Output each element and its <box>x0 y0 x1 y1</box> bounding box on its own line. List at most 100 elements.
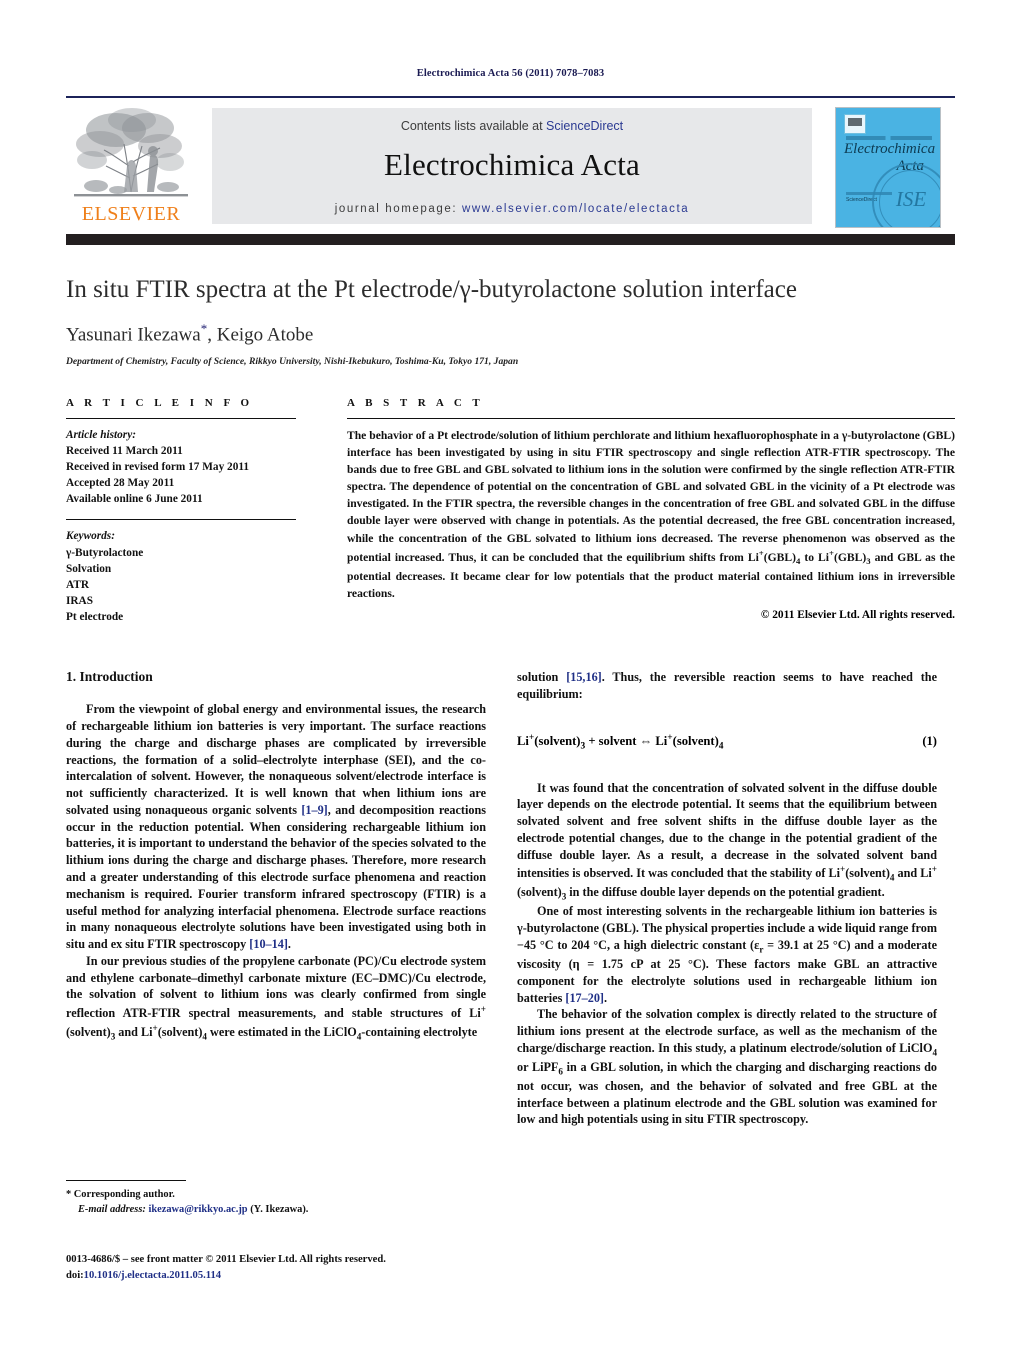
body-column-right: solution [15,16]. Thus, the reversible r… <box>517 669 937 1128</box>
footnote-rule <box>66 1180 186 1181</box>
citation-1-9[interactable]: [1–9] <box>301 803 327 817</box>
paragraph-right-3-b: or LiPF <box>517 1059 559 1074</box>
paragraph-right-1-c: and Li <box>894 866 932 881</box>
abstract-rule <box>347 418 955 420</box>
journal-cover-thumbnail[interactable]: Electrochimica Acta ScienceDirect ISE <box>835 107 941 228</box>
masthead-bottom-bar <box>66 234 955 245</box>
equation-1-row: Li+(solvent)3 + solvent ⇔ Li+(solvent)4 … <box>517 733 937 752</box>
equation-1-body: Li+(solvent)3 + solvent ⇔ Li+(solvent)4 <box>517 733 724 752</box>
author-secondary: , Keigo Atobe <box>207 324 314 346</box>
email-address-suffix: (Y. Ikezawa). <box>247 1203 309 1215</box>
paragraph-left-2-sup-1: + <box>480 1004 486 1015</box>
footnote-block: * Corresponding author. E-mail address: … <box>66 1180 486 1217</box>
body-column-left: 1. Introduction From the viewpoint of gl… <box>66 669 486 1043</box>
equation-1-number: (1) <box>922 734 937 749</box>
keywords-label: Keywords: <box>66 530 115 543</box>
page-footer: 0013-4686/$ – see front matter © 2011 El… <box>66 1252 626 1284</box>
abstract-copyright: © 2011 Elsevier Ltd. All rights reserved… <box>760 608 955 621</box>
citation-15-16[interactable]: [15,16] <box>566 670 602 684</box>
author-primary: Yasunari Ikezawa <box>66 324 201 346</box>
abstract-part-2: (GBL) <box>763 550 796 564</box>
paragraph-left-2-e: were estimated in the LiClO <box>206 1025 357 1039</box>
paragraph-right-1: It was found that the concentration of s… <box>517 780 937 904</box>
citation-10-14[interactable]: [10–14] <box>249 937 288 951</box>
abstract-column: A B S T R A C T The behavior of a Pt ele… <box>347 397 955 621</box>
paragraph-left-2-d: (solvent) <box>157 1025 203 1039</box>
cover-header-rule <box>846 136 932 140</box>
keyword-item: γ-Butyrolactone <box>66 546 144 559</box>
equation-mid-b: + solvent ⇔ Li <box>585 734 668 749</box>
paragraph-right-1-sup-2: + <box>931 864 937 875</box>
email-address-label: E-mail address: <box>78 1203 146 1215</box>
paragraph-right-3-a: The behavior of the solvation complex is… <box>517 1007 937 1055</box>
paragraph-right-1-d: (solvent) <box>517 885 562 900</box>
cover-title-line1: Electrochimica <box>844 141 936 157</box>
journal-article-page: Electrochimica Acta 56 (2011) 7078–7083 <box>0 0 1021 1351</box>
cover-elsevier-icon <box>844 114 866 134</box>
doi-link[interactable]: 10.1016/j.electacta.2011.05.114 <box>84 1270 221 1281</box>
footnote-email-line: E-mail address: ikezawa@rikkyo.ac.jp (Y.… <box>66 1203 486 1218</box>
paragraph-left-1-c: . <box>287 937 291 952</box>
paragraph-left-2-c: and Li <box>115 1025 153 1039</box>
section-heading-introduction: 1. Introduction <box>66 669 153 685</box>
issn-copyright-line: 0013-4686/$ – see front matter © 2011 El… <box>66 1254 386 1265</box>
doi-line: doi:10.1016/j.electacta.2011.05.114 <box>66 1268 626 1284</box>
paragraph-left-2-f: -containing electrolyte <box>361 1025 478 1039</box>
article-info-rule <box>66 418 296 420</box>
homepage-url-link[interactable]: www.elsevier.com/locate/electacta <box>462 203 689 215</box>
info-abstract-region: A R T I C L E I N F O Article history: R… <box>66 397 955 627</box>
article-history: Article history: Received 11 March 2011 … <box>66 427 296 507</box>
page-content: Electrochimica Acta 56 (2011) 7078–7083 <box>66 0 955 1229</box>
keywords-rule <box>66 519 296 521</box>
journal-title: Electrochimica Acta <box>384 147 640 182</box>
equation-mid-c: (solvent) <box>672 734 719 749</box>
author-list: Yasunari Ikezawa*, Keigo Atobe <box>66 321 955 346</box>
paragraph-left-1-b: , and decomposition reactions occur in t… <box>66 802 486 952</box>
keyword-item: Solvation <box>66 562 112 575</box>
email-address-link[interactable]: ikezawa@rikkyo.ac.jp <box>148 1204 247 1215</box>
equation-left: Li <box>517 734 529 749</box>
paragraph-right-3-c: in a GBL solution, in which the charging… <box>517 1059 937 1127</box>
article-info-heading: A R T I C L E I N F O <box>66 397 254 410</box>
paragraph-left-2-a: In our previous studies of the propylene… <box>66 953 486 1021</box>
article-history-label: Article history: <box>66 429 136 442</box>
ise-logo-text: ISE <box>895 187 927 211</box>
elsevier-logo: ELSEVIER <box>72 104 190 226</box>
keyword-item: Pt electrode <box>66 610 124 623</box>
keyword-item: IRAS <box>66 594 93 607</box>
equation-mid-a: (solvent) <box>534 734 581 749</box>
paragraph-left-1: From the viewpoint of global energy and … <box>66 701 486 952</box>
abstract-heading: A B S T R A C T <box>347 397 484 410</box>
masthead: ELSEVIER Contents lists available at Sci… <box>66 102 955 228</box>
abstract-part-1: The behavior of a Pt electrode/solution … <box>347 429 955 564</box>
paragraph-right-1-e: in the diffuse double layer depends on t… <box>566 885 885 900</box>
history-item: Received 11 March 2011 <box>66 445 183 458</box>
abstract-part-3: to Li <box>800 550 830 564</box>
paragraph-right-2-c: . <box>604 990 608 1005</box>
running-head: Electrochimica Acta 56 (2011) 7078–7083 <box>416 68 605 79</box>
sciencedirect-link[interactable]: ScienceDirect <box>546 119 623 133</box>
history-item: Received in revised form 17 May 2011 <box>66 461 250 474</box>
journal-homepage-line: journal homepage: www.elsevier.com/locat… <box>212 203 812 215</box>
contents-lists-line: Contents lists available at ScienceDirec… <box>212 108 812 133</box>
paragraph-right-3: The behavior of the solvation complex is… <box>517 1006 937 1128</box>
keywords-block: Keywords: γ-Butyrolactone Solvation ATR … <box>66 528 296 624</box>
footnote-corresponding-author: * Corresponding author. <box>66 1189 175 1200</box>
paragraph-right-1-b: (solvent) <box>845 866 890 881</box>
paragraph-right-2: One of most interesting solvents in the … <box>517 903 937 1006</box>
paragraph-left-2-b: (solvent) <box>66 1025 111 1039</box>
article-info-column: A R T I C L E I N F O Article history: R… <box>66 397 296 624</box>
paragraph-left-1-a: From the viewpoint of global energy and … <box>66 702 486 817</box>
citation-17-20[interactable]: [17–20] <box>565 991 604 1005</box>
homepage-prefix: journal homepage: <box>334 203 462 215</box>
equation-sub-b: 4 <box>718 741 724 752</box>
article-title: In situ FTIR spectra at the Pt electrode… <box>66 276 797 303</box>
article-body: 1. Introduction From the viewpoint of gl… <box>66 669 955 1229</box>
paragraph-right-0-a: solution <box>517 670 567 685</box>
paragraph-left-2: In our previous studies of the propylene… <box>66 953 486 1043</box>
history-item: Accepted 28 May 2011 <box>66 477 175 490</box>
elsevier-wordmark: ELSEVIER <box>81 203 181 225</box>
top-rule <box>66 96 955 98</box>
title-block: In situ FTIR spectra at the Pt electrode… <box>66 275 955 367</box>
paragraph-right-3-sub-1: 4 <box>932 1047 937 1058</box>
